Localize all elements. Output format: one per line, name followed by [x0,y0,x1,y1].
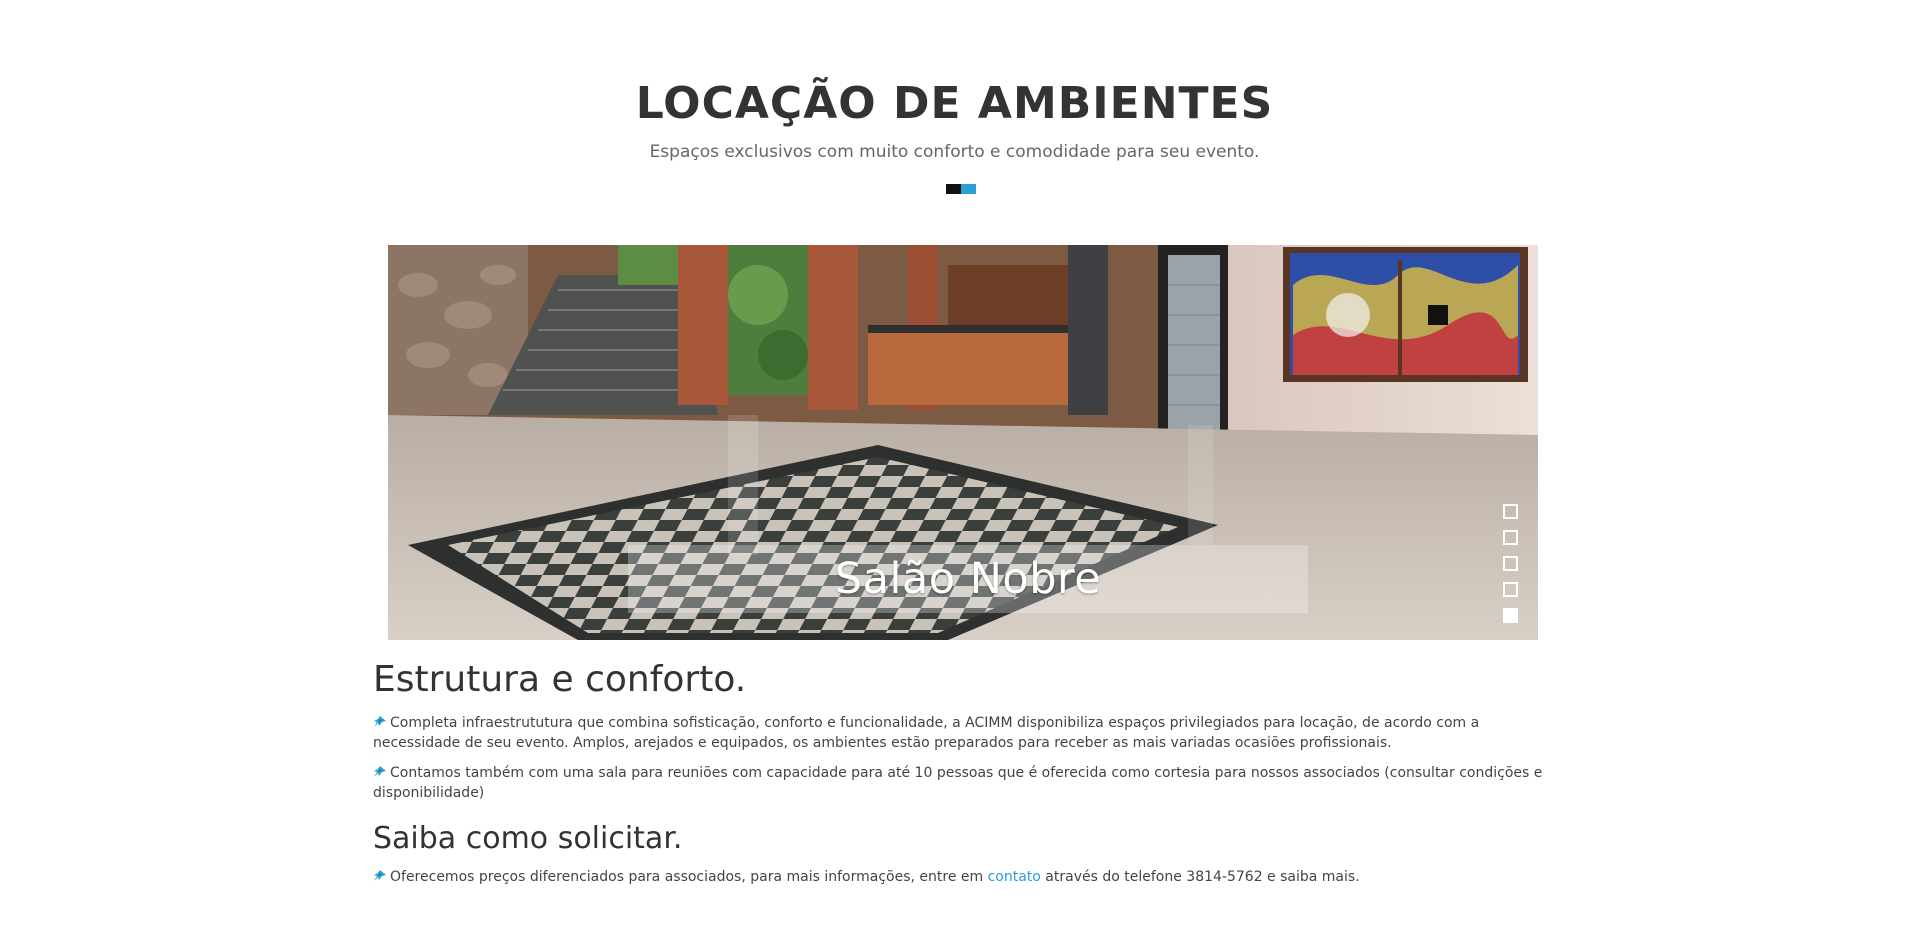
section-heading-saiba: Saiba como solicitar. [373,821,683,856]
paragraph-sala-reunioes: Contamos também com uma sala para reuniõ… [373,763,1558,803]
slider-dot-2[interactable] [1503,530,1518,545]
paragraph-text-after-link: através do telefone 3814-5762 e saiba ma… [1040,869,1360,885]
slider-dot-3[interactable] [1503,556,1518,571]
title-divider [946,184,976,194]
slider-pagination [1503,504,1518,634]
paragraph-text: Completa infraestrututura que combina so… [373,715,1480,751]
divider-blue-block [961,184,976,194]
paragraph-infraestrutura: Completa infraestrututura que combina so… [373,713,1558,753]
contato-link[interactable]: contato [988,869,1041,885]
paragraph-text-before-link: Oferecemos preços diferenciados para ass… [390,869,988,885]
divider-dark-block [946,184,961,194]
slider-dot-1[interactable] [1503,504,1518,519]
page-subtitle: Espaços exclusivos com muito conforto e … [649,142,1260,162]
image-slider[interactable]: Salão Nobre [388,245,1538,640]
slide-caption: Salão Nobre [834,554,1102,604]
paragraph-precos: Oferecemos preços diferenciados para ass… [373,867,1558,887]
slider-dot-5-active[interactable] [1503,608,1518,623]
slider-dot-4[interactable] [1503,582,1518,597]
section-heading-estrutura: Estrutura e conforto. [373,659,747,700]
paragraph-text: Contamos também com uma sala para reuniõ… [373,765,1543,801]
pushpin-icon [374,716,386,727]
content-area: Estrutura e conforto. Completa infraestr… [373,655,1558,887]
page: LOCAÇÃO DE AMBIENTES Espaços exclusivos … [0,0,1909,929]
pushpin-icon [374,766,386,777]
page-title: LOCAÇÃO DE AMBIENTES [635,78,1274,129]
pushpin-icon [374,870,386,881]
slide-caption-box: Salão Nobre [628,545,1308,613]
